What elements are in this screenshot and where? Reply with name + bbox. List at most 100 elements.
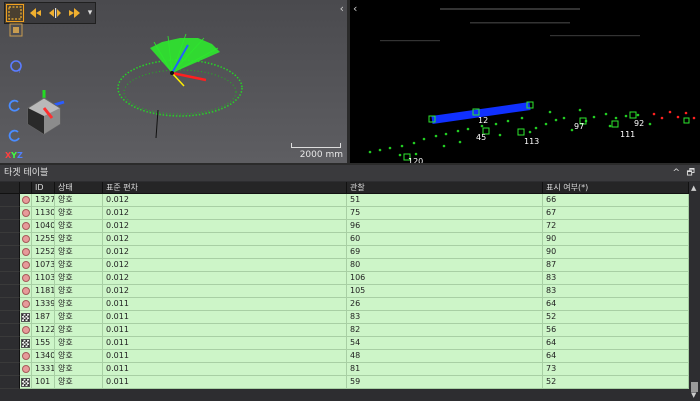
cell-std-dev: 0.012: [103, 220, 347, 233]
cell-std-dev: 0.012: [103, 259, 347, 272]
move-split-button[interactable]: [45, 3, 65, 23]
cell-observations: 106: [347, 272, 543, 285]
rotate-object-icon[interactable]: [8, 22, 26, 44]
cell-observations: 96: [347, 220, 543, 233]
row-gutter[interactable]: [0, 272, 20, 285]
svg-text:?: ?: [18, 68, 21, 74]
cell-std-dev: 0.011: [103, 298, 347, 311]
panel-header: 타겟 테이블 ^ 🗗: [0, 165, 700, 181]
orientation-cube[interactable]: [22, 88, 70, 142]
scroll-up-icon[interactable]: ▲: [691, 184, 696, 192]
cell-observations: 105: [347, 285, 543, 298]
orbit-icon[interactable]: ?: [8, 58, 26, 78]
row-gutter[interactable]: [0, 246, 20, 259]
cell-status: 양호: [55, 298, 103, 311]
row-icon-cell: [20, 337, 32, 350]
row-icon-cell: [20, 324, 32, 337]
restore-panel-button[interactable]: 🗗: [687, 165, 695, 181]
viewport-3d-left[interactable]: ▾ ? 2000 mm XYZ ‹: [0, 0, 347, 163]
table-row[interactable]: 101 양호 0.011 59 52: [0, 376, 689, 389]
table-row[interactable]: 1073 양호 0.012 80 87: [0, 259, 689, 272]
cell-status: 양호: [55, 220, 103, 233]
table-row[interactable]: 1122 양호 0.011 82 56: [0, 324, 689, 337]
scale-label: 2000 mm: [299, 150, 343, 160]
cell-status: 양호: [55, 311, 103, 324]
header-visibility[interactable]: 표시 여부(*): [543, 182, 689, 193]
row-gutter[interactable]: [0, 298, 20, 311]
table-row[interactable]: 1181 양호 0.012 105 83: [0, 285, 689, 298]
table-row[interactable]: 1255 양호 0.012 60 90: [0, 233, 689, 246]
cell-visibility: 67: [543, 207, 689, 220]
cell-visibility: 73: [543, 363, 689, 376]
move-right-icon: [69, 8, 80, 18]
cell-observations: 82: [347, 324, 543, 337]
table-row[interactable]: 1252 양호 0.012 69 90: [0, 246, 689, 259]
toolbar-dropdown[interactable]: ▾: [85, 3, 95, 23]
cell-visibility: 87: [543, 259, 689, 272]
move-right-button[interactable]: [65, 3, 85, 23]
viewport-3d-right[interactable]: ‹ 12 45 113 97 111 92 120: [350, 0, 700, 163]
point-label: 111: [620, 130, 636, 139]
cell-id: 1252: [32, 246, 55, 259]
cell-visibility: 83: [543, 272, 689, 285]
row-gutter[interactable]: [0, 194, 20, 207]
header-std-dev[interactable]: 표준 편차: [103, 182, 347, 193]
cell-status: 양호: [55, 363, 103, 376]
table-row[interactable]: 1040 양호 0.012 96 72: [0, 220, 689, 233]
cell-std-dev: 0.012: [103, 246, 347, 259]
cell-observations: 51: [347, 194, 543, 207]
rotate-cw-icon[interactable]: [8, 128, 22, 147]
row-gutter[interactable]: [0, 311, 20, 324]
header-id[interactable]: ID: [32, 182, 55, 193]
row-gutter[interactable]: [0, 233, 20, 246]
cell-visibility: 90: [543, 233, 689, 246]
header-observations[interactable]: 관찰: [347, 182, 543, 193]
collapse-left-icon[interactable]: ‹: [340, 2, 344, 15]
table-row[interactable]: 1340 양호 0.011 48 64: [0, 350, 689, 363]
coded-target-icon: [21, 338, 30, 348]
target-dot-icon: [21, 352, 30, 360]
row-gutter[interactable]: [0, 363, 20, 376]
panel-title: 타겟 테이블: [4, 168, 49, 178]
cell-std-dev: 0.012: [103, 272, 347, 285]
target-dot-icon: [21, 365, 30, 373]
row-gutter[interactable]: [0, 337, 20, 350]
target-dot-icon: [21, 222, 30, 230]
table-row[interactable]: 1103 양호 0.012 106 83: [0, 272, 689, 285]
table-row[interactable]: 1327 양호 0.012 51 66: [0, 194, 689, 207]
header-icon: [20, 182, 32, 193]
cell-std-dev: 0.012: [103, 207, 347, 220]
row-gutter[interactable]: [0, 324, 20, 337]
move-left-button[interactable]: [25, 3, 45, 23]
row-gutter[interactable]: [0, 259, 20, 272]
target-dot-icon: [21, 209, 30, 217]
table-row[interactable]: 187 양호 0.011 83 52: [0, 311, 689, 324]
cell-status: 양호: [55, 350, 103, 363]
select-rect-icon: [8, 6, 22, 20]
collapse-panel-button[interactable]: ^: [672, 165, 680, 181]
table-row[interactable]: 1130 양호 0.012 75 67: [0, 207, 689, 220]
table-row[interactable]: 155 양호 0.011 54 64: [0, 337, 689, 350]
row-gutter[interactable]: [0, 376, 20, 389]
row-gutter[interactable]: [0, 350, 20, 363]
table-row[interactable]: 1331 양호 0.011 81 73: [0, 363, 689, 376]
point-label: 97: [574, 122, 585, 131]
table-row[interactable]: 1339 양호 0.011 26 64: [0, 298, 689, 311]
row-gutter[interactable]: [0, 207, 20, 220]
row-gutter[interactable]: [0, 285, 20, 298]
scroll-down-icon[interactable]: ▼: [691, 391, 696, 399]
header-status[interactable]: 상태: [55, 182, 103, 193]
target-table: ID 상태 표준 편차 관찰 표시 여부(*) 1327 양호 0.012 51 66 1…: [0, 182, 689, 401]
cell-status: 양호: [55, 272, 103, 285]
select-rect-button[interactable]: [5, 3, 25, 23]
cell-id: 1130: [32, 207, 55, 220]
cell-observations: 75: [347, 207, 543, 220]
cell-status: 양호: [55, 246, 103, 259]
target-dot-icon: [21, 300, 30, 308]
target-dot-icon: [21, 248, 30, 256]
table-scrollbar[interactable]: ▲ ▼: [689, 182, 700, 401]
row-gutter[interactable]: [0, 220, 20, 233]
target-dot-icon: [21, 196, 30, 204]
row-icon-cell: [20, 350, 32, 363]
rotate-ccw-icon[interactable]: [8, 98, 22, 117]
